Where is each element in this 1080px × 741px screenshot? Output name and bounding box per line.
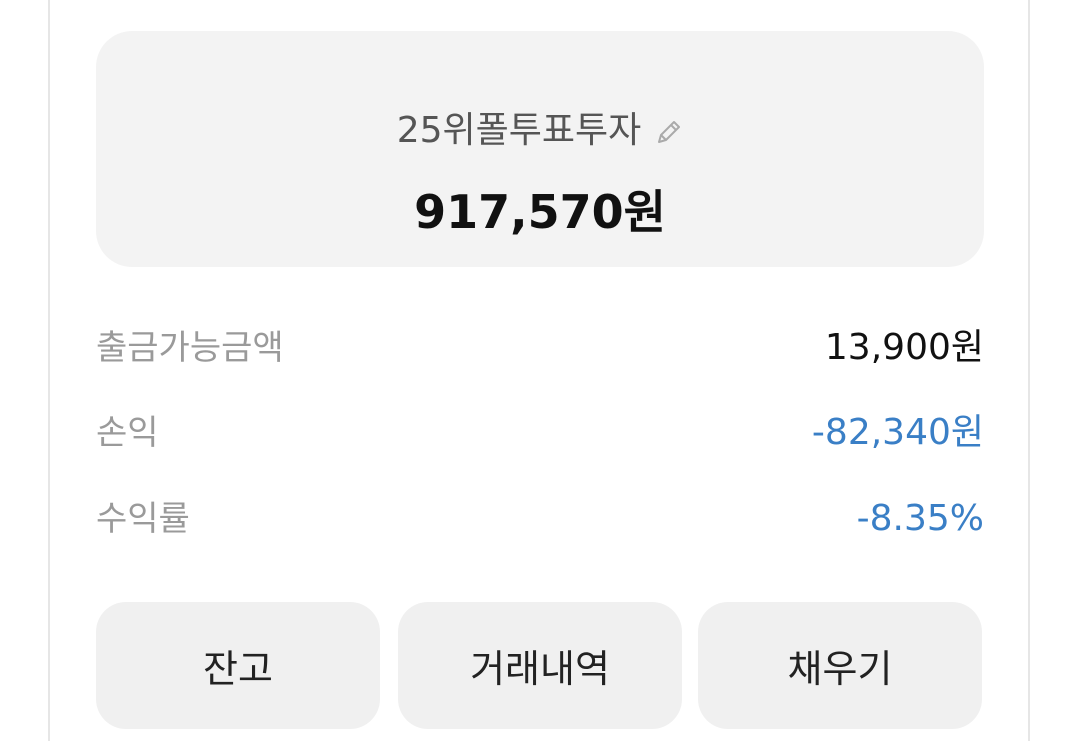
profit-loss-label: 손익 xyxy=(96,413,159,453)
profit-loss-row: 손익 -82,340원 xyxy=(96,415,984,451)
return-rate-value: -8.35% xyxy=(856,498,984,539)
withdrawable-amount-label: 출금가능금액 xyxy=(96,328,284,368)
transaction-history-button[interactable]: 거래내역 xyxy=(398,602,682,729)
return-rate-label: 수익률 xyxy=(96,499,190,539)
account-name: 25위폴투표투자 xyxy=(396,110,642,151)
account-summary-card: 25위폴투표투자 917,570원 xyxy=(96,31,984,267)
withdrawable-amount-value: 13,900원 xyxy=(824,327,984,368)
account-balance: 917,570원 xyxy=(414,185,666,239)
balance-button[interactable]: 잔고 xyxy=(96,602,380,729)
return-rate-row: 수익률 -8.35% xyxy=(96,501,984,537)
pencil-icon[interactable] xyxy=(655,118,683,146)
withdrawable-amount-row: 출금가능금액 13,900원 xyxy=(96,330,984,366)
account-name-row: 25위폴투표투자 xyxy=(96,113,984,149)
profit-loss-value: -82,340원 xyxy=(811,412,984,453)
top-up-button[interactable]: 채우기 xyxy=(698,602,982,729)
